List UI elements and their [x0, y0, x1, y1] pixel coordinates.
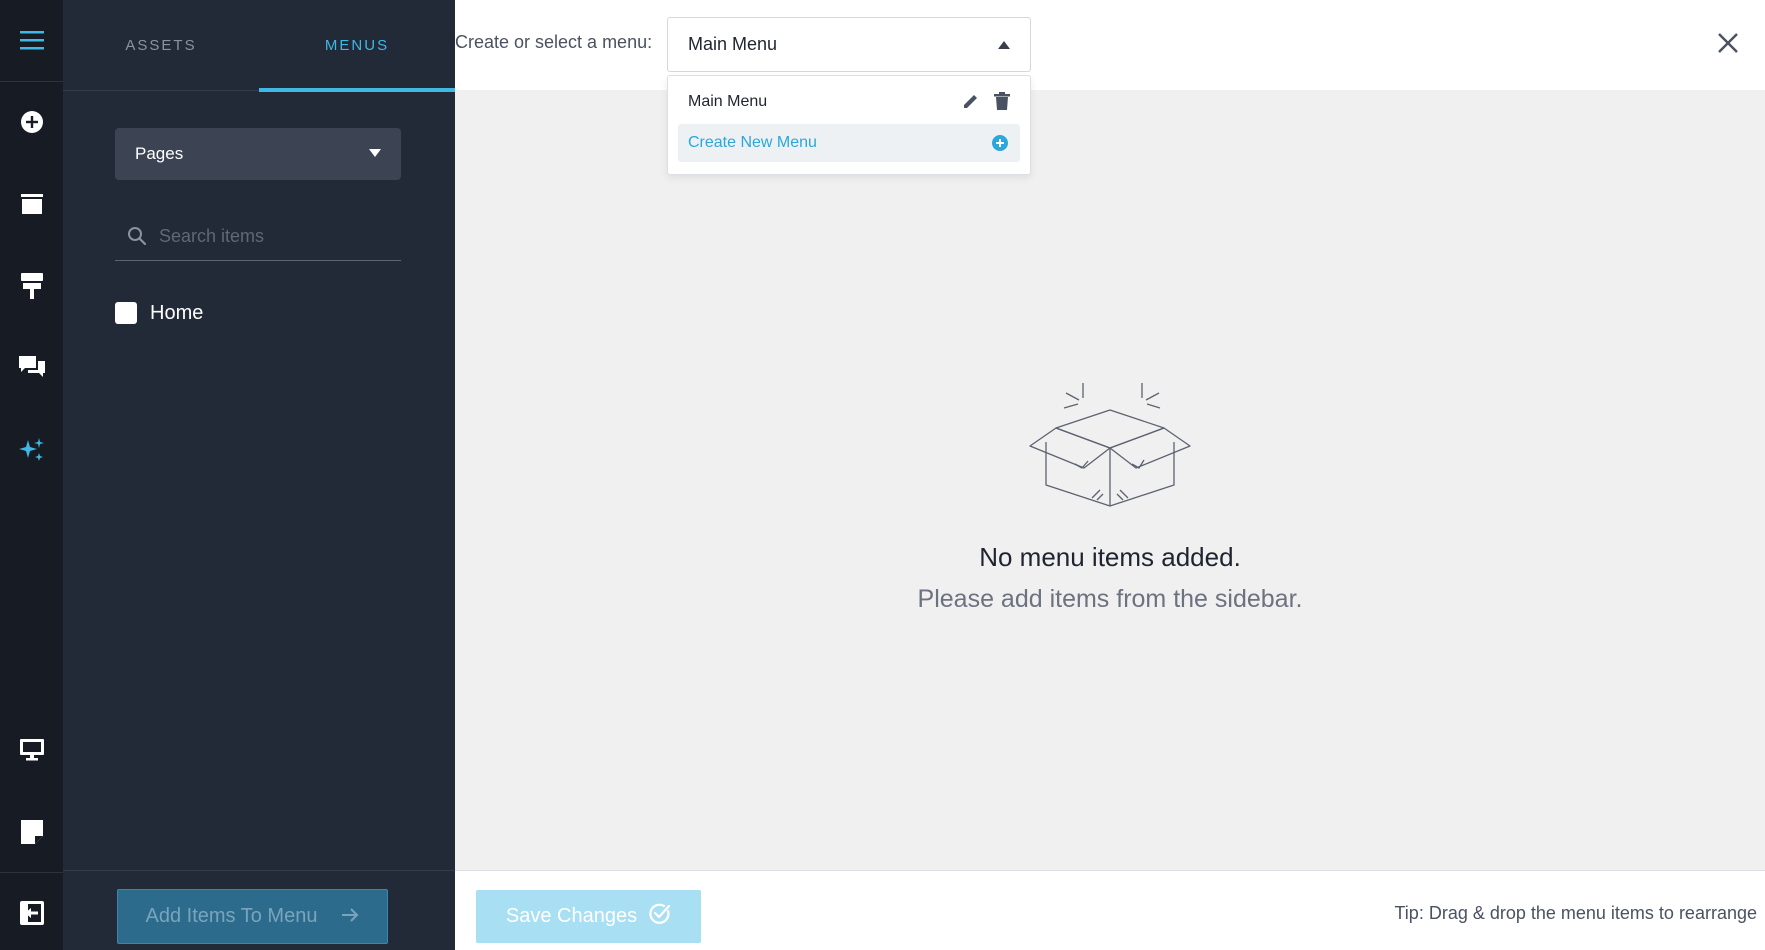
desktop-monitor-icon[interactable] — [0, 710, 63, 790]
icon-rail — [0, 0, 63, 950]
list-item[interactable]: Home — [115, 298, 203, 328]
item-label: Home — [150, 301, 204, 324]
check-circle-icon — [649, 903, 671, 931]
trash-icon[interactable] — [994, 92, 1010, 115]
dropdown-item-create-new-menu[interactable]: Create New Menu — [678, 124, 1020, 162]
menu-select-value: Main Menu — [688, 34, 778, 54]
menu-dropdown: Main Menu Create New Menu — [667, 75, 1031, 175]
window-icon[interactable] — [0, 164, 63, 244]
pages-select-value: Pages — [135, 144, 184, 163]
caret-down-icon — [369, 149, 381, 157]
dropdown-item-label: Create New Menu — [688, 134, 817, 151]
menu-select-label: Create or select a menu: — [455, 32, 653, 52]
pencil-icon[interactable] — [962, 92, 980, 115]
paint-roller-icon[interactable] — [0, 246, 63, 326]
add-circle-icon[interactable] — [0, 82, 63, 162]
exit-icon[interactable] — [0, 873, 63, 950]
sparkles-icon[interactable] — [0, 410, 63, 490]
sidebar-footer: Add Items To Menu — [63, 870, 455, 950]
arrow-right-icon — [341, 905, 359, 928]
save-changes-button[interactable]: Save Changes — [476, 890, 701, 943]
empty-box-illustration — [1029, 383, 1191, 507]
hamburger-menu-icon[interactable] — [0, 0, 63, 80]
add-items-to-menu-button[interactable]: Add Items To Menu — [117, 889, 388, 944]
save-changes-label: Save Changes — [505, 905, 638, 927]
search-box — [115, 212, 401, 261]
dropdown-item-main-menu[interactable]: Main Menu — [678, 83, 1020, 121]
close-icon[interactable] — [1711, 26, 1745, 60]
sidebar-tabs: ASSETS MENUS — [63, 0, 455, 92]
item-checkbox[interactable] — [115, 302, 137, 324]
top-bar: Create or select a menu: Main Menu — [455, 0, 1765, 90]
pages-select[interactable]: Pages — [115, 128, 401, 180]
empty-state-subtitle: Please add items from the sidebar. — [917, 585, 1303, 613]
menu-select[interactable]: Main Menu — [667, 17, 1031, 72]
search-input[interactable] — [159, 225, 389, 247]
tab-assets[interactable]: ASSETS — [63, 0, 259, 91]
caret-up-icon — [998, 41, 1010, 49]
sticky-note-icon[interactable] — [0, 792, 63, 872]
search-icon — [115, 226, 159, 246]
bottom-bar: Save Changes Tip: Drag & drop the menu i… — [455, 870, 1765, 950]
tip-text: Tip: Drag & drop the menu items to rearr… — [1394, 903, 1757, 923]
sidebar-panel: ASSETS MENUS Pages Home Add Items To Men… — [63, 0, 455, 950]
empty-state: No menu items added. Please add items fr… — [455, 380, 1765, 614]
add-items-label: Add Items To Menu — [145, 905, 318, 927]
empty-state-title: No menu items added. — [979, 542, 1241, 572]
add-circle-icon — [992, 135, 1008, 156]
chat-bubbles-icon[interactable] — [0, 328, 63, 408]
tab-menus[interactable]: MENUS — [259, 0, 455, 92]
dropdown-item-label: Main Menu — [688, 93, 768, 110]
